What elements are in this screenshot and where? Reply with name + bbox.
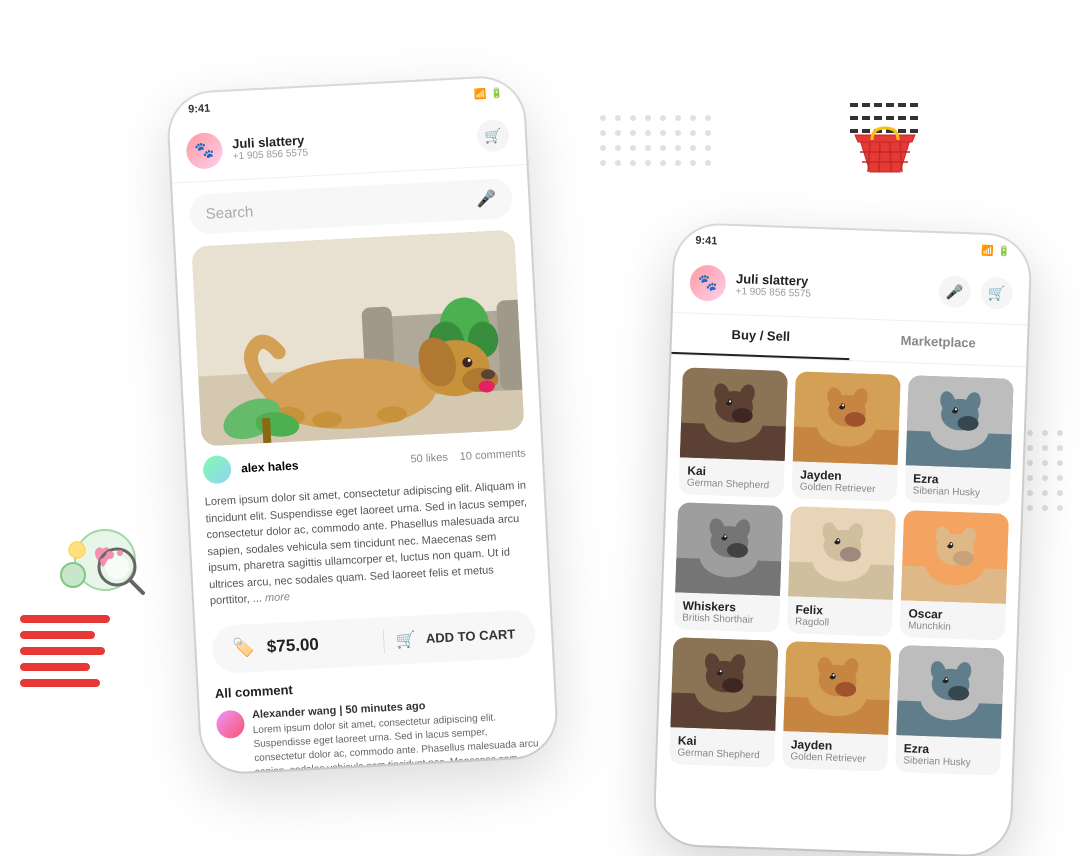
user-avatar-left: 🐾 [186,132,224,170]
pet-breed-8: Siberian Husky [903,755,992,769]
cart-icon-left[interactable]: 🛒 [476,119,510,153]
pet-breed-7: Golden Retriever [790,751,879,765]
user-avatar-right: 🐾 [689,265,726,302]
pet-breed-0: German Shepherd [687,478,776,492]
pet-image-6 [670,637,778,731]
pet-image-4 [788,506,896,600]
cart-icon: 🛒 [396,629,417,650]
pet-image-container [191,230,524,447]
price-icon: 🏷️ [232,637,255,659]
pet-card-8[interactable]: Ezra Siberian Husky [895,645,1004,776]
pet-breed-3: British Shorthair [682,612,771,626]
pet-card-info-4: Felix Ragdoll [787,596,893,637]
pet-breed-2: Siberian Husky [913,485,1002,499]
pet-breed-4: Ragdoll [795,616,884,630]
more-link[interactable]: more [265,591,291,604]
pet-card-info-0: Kai German Shepherd [678,457,784,498]
pet-image-3 [675,502,783,596]
phone-right-content: 9:41 📶🔋 🐾 Juli slattery +1 905 856 5575 … [654,224,1030,856]
comment-body-1: Alexander wang | 50 minutes ago Lorem ip… [252,694,544,774]
dot-decoration-top: (function() { const grid = document.quer… [600,115,713,168]
pet-image-7 [783,641,891,735]
pet-grid: Kai German Shepherd [657,355,1026,788]
tab-buy-sell[interactable]: Buy / Sell [671,313,850,360]
price-cart-divider [382,629,384,653]
phone-right: 9:41 📶🔋 🐾 Juli slattery +1 905 856 5575 … [654,224,1030,856]
user-info-left: Juli slattery +1 905 856 5575 [232,124,478,163]
cart-icon-right[interactable]: 🛒 [980,277,1013,310]
mic-icon: 🎤 [476,189,497,210]
pet-breed-1: Golden Retriever [800,481,889,495]
search-bar[interactable]: Search 🎤 [189,178,514,235]
pet-card-0[interactable]: Kai German Shepherd [678,367,787,498]
price-cart-bar: 🏷️ $75.00 🛒 ADD TO CART [211,609,536,674]
pet-image-5 [901,510,1009,604]
pet-image-0 [680,367,788,461]
pet-card-info-7: Jayden Golden Retriever [782,731,888,772]
comment-text-1: Lorem ipsum dolor sit amet, consectetur … [252,709,542,774]
header-icons-left: 🛒 [476,119,510,153]
post-stats: 50 likes 10 comments [410,448,526,466]
pet-breed-5: Munchkin [908,620,997,634]
pet-breed-6: German Shepherd [677,747,766,761]
comment-item-1: Alexander wang | 50 minutes ago Lorem ip… [216,694,544,774]
comments-section: All comment Alexander wang | 50 minutes … [198,668,557,774]
post-likes: 50 likes [410,452,448,466]
pet-card-7[interactable]: Jayden Golden Retriever [782,641,891,772]
pet-image [191,230,524,447]
pet-card-info-2: Ezra Siberian Husky [904,465,1010,506]
price-value: $75.00 [266,631,371,656]
pet-card-info-5: Oscar Munchkin [900,600,1006,641]
header-icons-right: 🎤 🛒 [938,275,1013,310]
pet-card-4[interactable]: Felix Ragdoll [787,506,896,637]
pet-card-5[interactable]: Oscar Munchkin [900,510,1009,641]
mic-icon-right[interactable]: 🎤 [938,275,971,308]
time-right: 9:41 [695,235,717,248]
status-icons-left: 📶🔋 [474,88,503,100]
pet-card-6[interactable]: Kai German Shepherd [669,637,778,768]
add-to-cart-label: ADD TO CART [426,626,516,646]
phone-left-content: 9:41 📶🔋 🐾 Juli slattery +1 905 856 5575 … [167,76,557,774]
pet-image-1 [793,371,901,465]
pet-card-3[interactable]: Whiskers British Shorthair [674,502,783,633]
dot-decoration-right: (function() { const grid = document.quer… [1027,430,1065,513]
post-author-name: alex hales [241,453,401,475]
status-icons-right: 📶🔋 [981,245,1010,257]
pet-search-decoration [55,505,165,610]
phone-left: 9:41 📶🔋 🐾 Juli slattery +1 905 856 5575 … [167,76,557,774]
pet-card-info-3: Whiskers British Shorthair [674,592,780,633]
red-lines-decoration [20,615,120,700]
pet-image-8 [896,645,1004,739]
pet-card-2[interactable]: Ezra Siberian Husky [904,375,1013,506]
post-author-avatar [202,455,231,484]
add-to-cart-button[interactable]: 🛒 ADD TO CART [396,624,516,650]
pet-card-info-1: Jayden Golden Retriever [791,461,897,502]
commenter-avatar-1 [216,709,245,738]
pet-card-info-8: Ezra Siberian Husky [895,735,1001,776]
basket-decoration [840,100,930,185]
time-left: 9:41 [188,103,211,116]
post-description: Lorem ipsum dolor sit amet, consectetur … [188,477,549,619]
search-placeholder: Search [205,192,467,223]
pet-card-1[interactable]: Jayden Golden Retriever [791,371,900,502]
tab-marketplace[interactable]: Marketplace [849,319,1028,366]
pet-image-2 [906,375,1014,469]
pet-card-info-6: Kai German Shepherd [669,727,775,768]
post-comments: 10 comments [459,448,526,463]
user-info-right: Juli slattery +1 905 856 5575 [735,271,939,304]
